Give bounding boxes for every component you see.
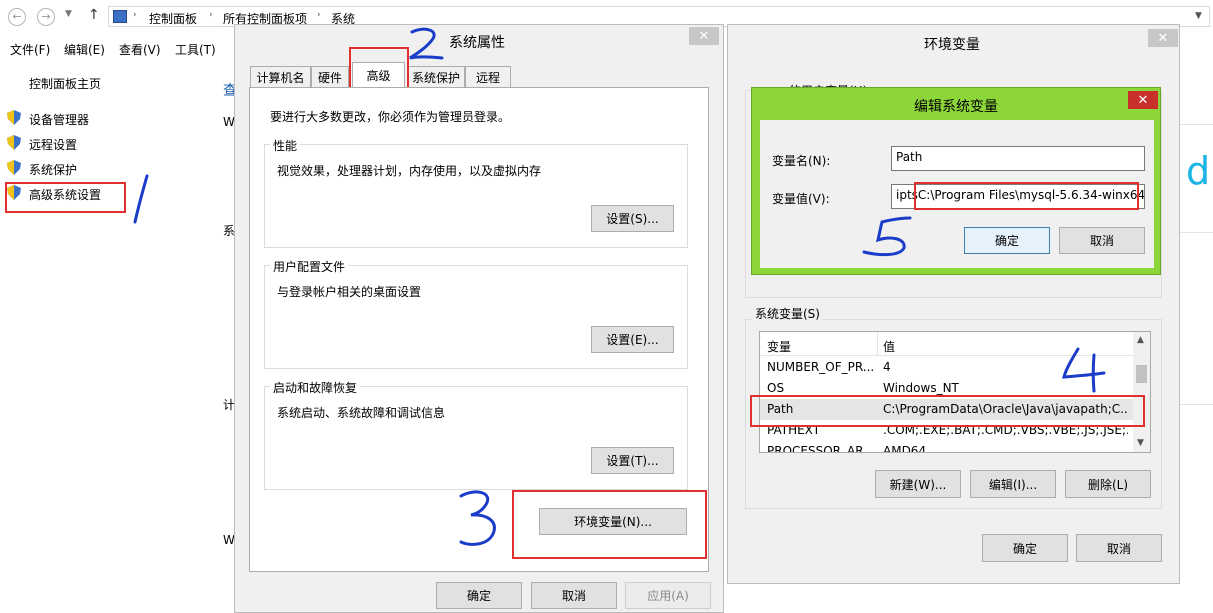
nav-system-protection[interactable]: 系统保护 (29, 161, 77, 178)
variable-name-label: 变量名(N): (772, 154, 831, 168)
dropdown-icon[interactable]: ▼ (65, 9, 72, 19)
variable-value-label: 变量值(V): (772, 192, 830, 206)
user-profiles-settings-button[interactable]: 设置(E)... (591, 326, 674, 353)
breadcrumb-sep: › (133, 10, 137, 20)
env-cancel-button[interactable]: 取消 (1076, 534, 1162, 562)
scroll-down-icon[interactable]: ▼ (1137, 438, 1144, 448)
startup-recovery-settings-button[interactable]: 设置(T)... (591, 447, 674, 474)
new-variable-button[interactable]: 新建(W)... (875, 470, 961, 498)
divider (1180, 232, 1213, 233)
annotation-box-3 (512, 490, 707, 559)
tab-system-protection[interactable]: 系统保护 (407, 66, 465, 87)
annotation-box-1 (5, 182, 126, 213)
tab-remote[interactable]: 远程 (465, 66, 511, 87)
dialog-title: 编辑系统变量 (914, 99, 998, 115)
startup-recovery-desc: 系统启动、系统故障和调试信息 (277, 406, 446, 420)
tab-computer-name[interactable]: 计算机名 (250, 66, 311, 87)
admin-notice: 要进行大多数更改，你必须作为管理员登录。 (270, 110, 511, 124)
user-profiles-group (264, 265, 688, 369)
scroll-up-icon[interactable]: ▲ (1137, 335, 1144, 345)
close-icon[interactable]: ✕ (1148, 29, 1178, 47)
startup-recovery-label: 启动和故障恢复 (270, 379, 361, 396)
divider (1180, 124, 1213, 125)
divider (1180, 404, 1213, 405)
scrollbar[interactable]: ▲ ▼ (1133, 332, 1150, 452)
edit-ok-button[interactable]: 确定 (964, 227, 1050, 254)
column-divider (877, 332, 878, 356)
back-icon[interactable]: ← (8, 8, 26, 26)
annotation-box-4 (750, 395, 1145, 427)
annotation-number-4 (1062, 347, 1106, 393)
menu-tools[interactable]: 工具(T) (175, 41, 216, 58)
control-panel-icon (113, 10, 127, 23)
variable-name-field[interactable]: Path (891, 146, 1145, 171)
shield-icon (7, 135, 21, 150)
shield-icon (7, 160, 21, 175)
window-title: 环境变量 (924, 37, 980, 53)
menu-edit[interactable]: 编辑(E) (64, 41, 105, 58)
column-header-name[interactable]: 变量 (767, 338, 791, 355)
user-profiles-label: 用户配置文件 (270, 258, 349, 275)
edit-cancel-button[interactable]: 取消 (1059, 227, 1145, 254)
env-ok-button[interactable]: 确定 (982, 534, 1068, 562)
startup-recovery-group (264, 386, 688, 490)
annotation-number-1 (133, 174, 149, 224)
window-title: 系统属性 (449, 35, 505, 51)
breadcrumb-item[interactable]: 控制面板 (149, 10, 197, 27)
user-profiles-desc: 与登录帐户相关的桌面设置 (277, 285, 422, 299)
ok-button[interactable]: 确定 (436, 582, 522, 609)
breadcrumb-sep: › (209, 10, 213, 20)
close-icon[interactable]: ✕ (689, 27, 719, 45)
delete-variable-button[interactable]: 删除(L) (1065, 470, 1151, 498)
close-icon[interactable]: ✕ (1128, 91, 1158, 109)
system-variables-label: 系统变量(S) (752, 305, 823, 322)
cancel-button[interactable]: 取消 (531, 582, 617, 609)
windows-logo-text: d (1186, 149, 1211, 193)
menu-file[interactable]: 文件(F) (10, 41, 50, 58)
edit-variable-button[interactable]: 编辑(I)... (970, 470, 1056, 498)
nav-device-manager[interactable]: 设备管理器 (29, 111, 89, 128)
forward-icon[interactable]: → (37, 8, 55, 26)
up-icon[interactable]: ↑ (88, 7, 100, 23)
table-row[interactable]: PROCESSOR_AR... AMD64 (760, 441, 1133, 452)
column-header-value[interactable]: 值 (883, 338, 895, 355)
performance-desc: 视觉效果，处理器计划，内存使用，以及虚拟内存 (277, 164, 542, 178)
menu-bar: 文件(F) 编辑(E) 查看(V) 工具(T) (0, 38, 240, 58)
performance-group (264, 144, 688, 248)
annotation-number-5 (862, 216, 912, 257)
annotation-box-5 (914, 182, 1139, 210)
control-panel-home-link[interactable]: 控制面板主页 (29, 75, 101, 92)
address-dropdown-icon[interactable]: ▼ (1195, 11, 1202, 21)
scroll-thumb[interactable] (1136, 365, 1147, 383)
shield-icon (7, 110, 21, 125)
annotation-number-2 (409, 27, 444, 60)
performance-label: 性能 (270, 137, 301, 154)
menu-view[interactable]: 查看(V) (119, 41, 161, 58)
apply-button[interactable]: 应用(A) (625, 582, 711, 609)
nav-remote-settings[interactable]: 远程设置 (29, 136, 77, 153)
explorer-right-panel: d (1180, 34, 1213, 613)
performance-settings-button[interactable]: 设置(S)... (591, 205, 674, 232)
annotation-number-3 (459, 490, 496, 546)
tab-hardware[interactable]: 硬件 (311, 66, 349, 87)
breadcrumb-sep: › (317, 10, 321, 20)
